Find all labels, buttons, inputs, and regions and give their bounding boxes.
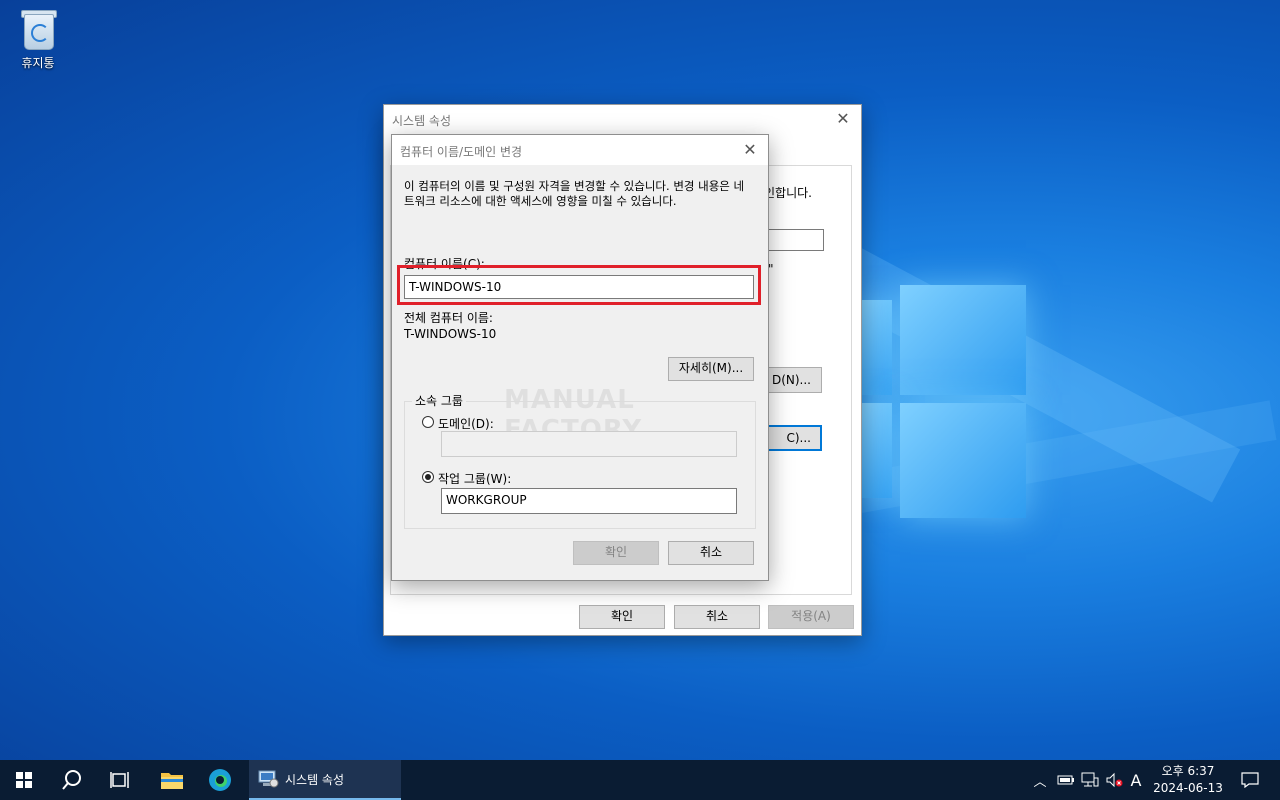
more-button[interactable]: 자세히(M)... xyxy=(668,357,754,381)
recycle-bin-icon xyxy=(20,8,57,50)
cancel-button[interactable]: 취소 xyxy=(668,541,754,565)
windows-start-icon xyxy=(16,772,32,788)
search-button[interactable] xyxy=(48,760,96,800)
workgroup-input[interactable]: WORKGROUP xyxy=(441,488,737,514)
rename-dialog-titlebar: 컴퓨터 이름/도메인 변경 ✕ xyxy=(392,135,768,165)
chevron-up-icon: ︿ xyxy=(1033,774,1047,790)
search-icon xyxy=(62,770,81,790)
edge-button[interactable] xyxy=(196,760,244,800)
change-button[interactable]: C)... xyxy=(764,425,822,451)
windows-logo-pane xyxy=(860,300,892,395)
workgroup-label: 작업 그룹(W): xyxy=(438,472,512,486)
computer-description-field[interactable] xyxy=(764,229,824,251)
battery-icon xyxy=(1057,775,1074,785)
system-properties-title: 시스템 속성 xyxy=(392,114,452,128)
rename-dialog: 컴퓨터 이름/도메인 변경 ✕ 이 컴퓨터의 이름 및 구성원 자격을 변경할 … xyxy=(391,134,769,581)
full-name-label: 전체 컴퓨터 이름: xyxy=(404,311,493,325)
highlight-box xyxy=(397,265,761,305)
member-of-label: 소속 그룹 xyxy=(412,392,466,409)
windows-logo-pane xyxy=(860,403,892,498)
rename-dialog-title: 컴퓨터 이름/도메인 변경 xyxy=(400,145,523,159)
cancel-button[interactable]: 취소 xyxy=(674,605,760,629)
clock[interactable]: 오후 6:37 2024-06-13 xyxy=(1150,760,1226,800)
ok-button[interactable]: 확인 xyxy=(579,605,665,629)
ime-indicator[interactable]: A xyxy=(1126,760,1146,800)
computer-icon xyxy=(258,770,279,788)
domain-radio[interactable] xyxy=(422,416,434,428)
network-icon xyxy=(1081,772,1099,787)
show-hidden-icons[interactable]: ︿ xyxy=(1030,760,1050,800)
full-name-value: T-WINDOWS-10 xyxy=(404,327,497,341)
dialog-description: 이 컴퓨터의 이름 및 구성원 자격을 변경할 수 있습니다. 변경 내용은 네… xyxy=(404,179,745,208)
volume-tray[interactable] xyxy=(1102,760,1126,800)
task-view-button[interactable] xyxy=(96,760,144,800)
taskbar-system-properties-label: 시스템 속성 xyxy=(285,772,345,787)
close-icon[interactable]: ✕ xyxy=(738,138,762,162)
notification-center-button[interactable] xyxy=(1232,760,1268,800)
windows-logo-pane xyxy=(900,403,1026,518)
battery-tray[interactable] xyxy=(1054,760,1078,800)
recycle-bin-label: 휴지통 xyxy=(21,56,55,70)
apply-button[interactable]: 적용(A) xyxy=(768,605,854,629)
notification-icon xyxy=(1241,772,1259,788)
windows-logo-pane xyxy=(900,285,1026,395)
recycle-bin[interactable]: 휴지통 xyxy=(10,8,66,71)
domain-input[interactable] xyxy=(441,431,737,457)
close-icon[interactable]: ✕ xyxy=(831,107,855,131)
partial-description: 인합니다. xyxy=(764,186,812,200)
network-id-button[interactable]: D(N)... xyxy=(764,367,822,393)
system-properties-titlebar: 시스템 속성 ✕ xyxy=(384,105,861,133)
domain-label: 도메인(D): xyxy=(438,417,494,431)
start-button[interactable] xyxy=(0,760,48,800)
volume-muted-icon xyxy=(1106,772,1123,788)
folder-icon xyxy=(161,773,183,789)
task-view-icon xyxy=(110,772,129,788)
clock-time: 오후 6:37 xyxy=(1161,764,1215,778)
edge-browser-icon xyxy=(209,769,231,791)
taskbar: 시스템 속성 ︿ A 오후 6:37 2024-06-13 xyxy=(0,760,1280,800)
clock-date: 2024-06-13 xyxy=(1153,781,1223,795)
file-explorer-button[interactable] xyxy=(148,760,196,800)
taskbar-system-properties[interactable]: 시스템 속성 xyxy=(249,760,401,800)
ok-button[interactable]: 확인 xyxy=(573,541,659,565)
network-tray[interactable] xyxy=(1078,760,1102,800)
workgroup-radio[interactable] xyxy=(422,471,434,483)
